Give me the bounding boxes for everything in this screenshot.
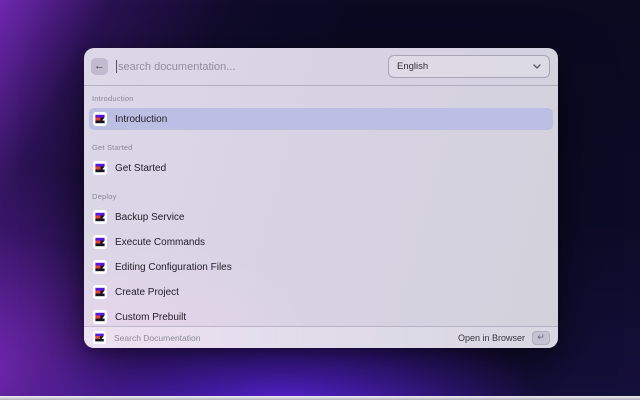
result-item-label: Editing Configuration Files [115,262,232,273]
chevron-down-icon [533,64,541,69]
language-dropdown[interactable]: English [388,55,550,78]
footer-status-label: Search Documentation [114,333,458,343]
result-item-editing-configuration-files[interactable]: Editing Configuration Files [89,256,553,278]
result-item-label: Execute Commands [115,237,205,248]
result-item-label: Backup Service [115,212,184,223]
section-header-get-started: Get Started [92,143,550,152]
zeabur-logo-icon [93,235,107,249]
result-item-custom-prebuilt[interactable]: Custom Prebuilt [89,306,553,326]
result-item-label: Create Project [115,287,179,298]
back-arrow-icon: ← [94,58,105,75]
result-item-introduction[interactable]: Introduction [89,108,553,130]
zeabur-logo-icon [93,285,107,299]
zeabur-logo-icon [93,310,107,324]
taskbar-edge [0,396,640,400]
search-modal: ← English Introduction Introduction Get S… [84,48,558,348]
search-bar: ← English [84,48,558,86]
footer-bar: Search Documentation Open in Browser ↵ [84,326,558,348]
zeabur-logo-icon [93,210,107,224]
result-item-get-started[interactable]: Get Started [89,157,553,179]
zeabur-logo-icon [93,112,107,126]
result-item-label: Introduction [115,114,167,125]
section-header-introduction: Introduction [92,94,550,103]
language-selected-value: English [397,61,428,72]
result-item-label: Get Started [115,163,166,174]
footer-logo-slot [93,331,106,344]
result-item-execute-commands[interactable]: Execute Commands [89,231,553,253]
back-button[interactable]: ← [91,58,108,75]
search-input[interactable] [117,61,388,73]
enter-key-badge[interactable]: ↵ [532,331,550,345]
results-list: Introduction Introduction Get Started Get… [84,86,558,326]
zeabur-logo-icon [93,260,107,274]
result-item-create-project[interactable]: Create Project [89,281,553,303]
return-icon: ↵ [537,332,545,343]
open-in-browser-label[interactable]: Open in Browser [458,333,525,343]
zeabur-logo-icon [93,161,107,175]
section-header-deploy: Deploy [92,192,550,201]
result-item-backup-service[interactable]: Backup Service [89,206,553,228]
zeabur-logo-icon [93,331,106,344]
result-item-label: Custom Prebuilt [115,312,186,323]
